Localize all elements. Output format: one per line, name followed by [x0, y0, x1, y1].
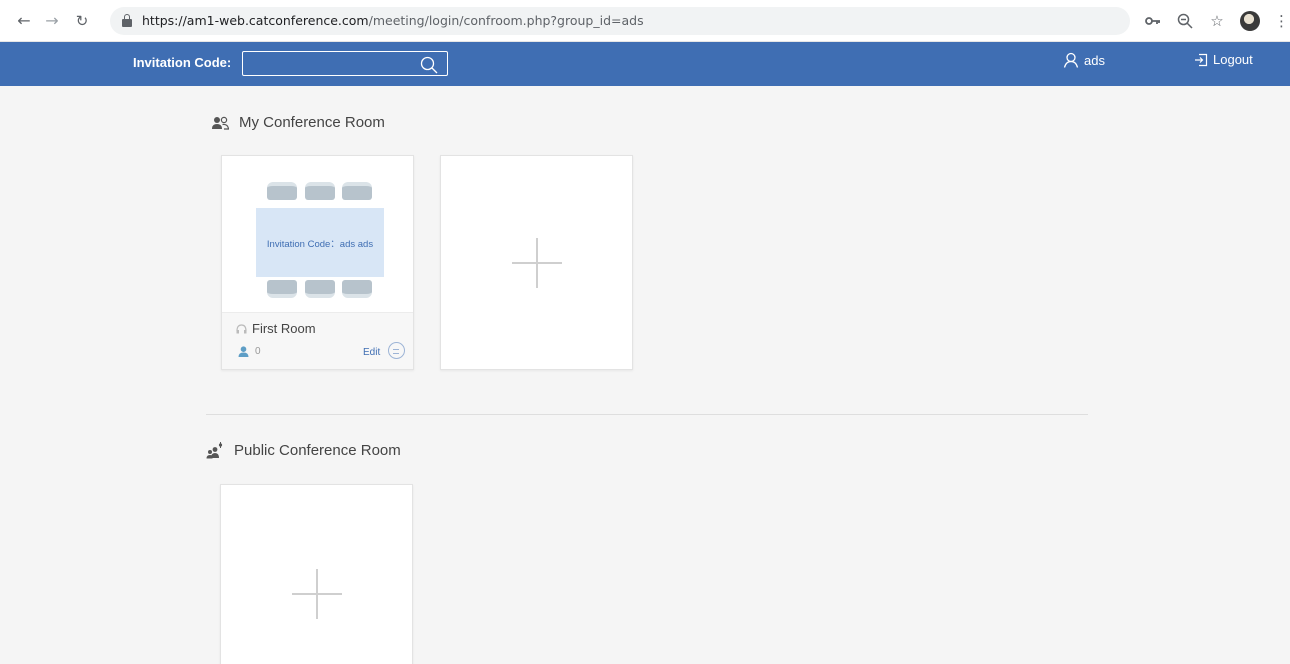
user-icon — [1063, 52, 1079, 68]
chair-icon — [305, 182, 335, 200]
zoom-icon[interactable] — [1176, 12, 1194, 30]
back-arrow-icon[interactable]: ← — [14, 11, 34, 31]
my-conference-room-heading: My Conference Room — [212, 114, 385, 131]
people-icon — [212, 116, 229, 130]
app-header: Invitation Code: ads Logout — [0, 42, 1290, 86]
person-icon — [238, 346, 249, 357]
room-invitation-code: Invitation Code：ads ads — [266, 238, 374, 250]
profile-avatar[interactable] — [1240, 11, 1260, 31]
user-menu[interactable]: ads — [1063, 52, 1105, 68]
section-divider — [206, 414, 1088, 415]
lock-icon[interactable] — [122, 14, 132, 27]
browser-actions: ☆ ⋮ — [1144, 10, 1289, 32]
participant-count: 0 — [255, 346, 261, 357]
browser-toolbar: ← → ↻ https://am1-web.catconference.com/… — [0, 0, 1290, 42]
plus-icon — [512, 238, 562, 288]
invitation-code-label: Invitation Code: — [133, 55, 232, 70]
section-title: Public Conference Room — [234, 442, 401, 459]
conference-table: Invitation Code：ads ads — [256, 208, 384, 277]
chair-icon — [342, 182, 372, 200]
group-icon — [206, 442, 223, 459]
room-name-row: First Room — [236, 321, 316, 336]
add-public-room-card[interactable] — [220, 484, 413, 664]
room-thumbnail[interactable]: Invitation Code：ads ads — [222, 156, 413, 312]
add-room-card[interactable] — [440, 155, 633, 370]
room-name: First Room — [252, 321, 316, 336]
reload-icon[interactable]: ↻ — [72, 11, 92, 31]
chair-icon — [267, 280, 297, 298]
invitation-code-input[interactable] — [242, 51, 448, 76]
kebab-menu-icon[interactable]: ⋮ — [1274, 12, 1289, 30]
url-host: https://am1-web.catconference.com — [142, 13, 369, 28]
url-path: /meeting/login/confroom.php?group_id=ads — [368, 13, 644, 28]
chat-icon[interactable] — [388, 342, 405, 359]
star-icon[interactable]: ☆ — [1208, 12, 1226, 30]
chair-icon — [305, 280, 335, 298]
room-info: First Room 0 Edit — [222, 312, 413, 369]
logout-icon — [1195, 53, 1208, 66]
participant-count-row: 0 — [238, 346, 261, 357]
key-icon[interactable] — [1144, 12, 1162, 30]
logout-button[interactable]: Logout — [1194, 52, 1253, 67]
plus-icon — [292, 569, 342, 619]
room-card[interactable]: Invitation Code：ads ads First Room 0 Edi… — [221, 155, 414, 370]
chair-icon — [267, 182, 297, 200]
edit-room-link[interactable]: Edit — [363, 347, 380, 358]
search-icon[interactable] — [419, 55, 439, 75]
chair-icon — [342, 280, 372, 298]
username: ads — [1084, 52, 1105, 68]
forward-arrow-icon[interactable]: → — [42, 11, 62, 31]
logout-label: Logout — [1213, 52, 1253, 67]
headset-icon — [236, 323, 247, 333]
public-conference-room-heading: Public Conference Room — [206, 442, 401, 459]
section-title: My Conference Room — [239, 114, 385, 131]
url-text[interactable]: https://am1-web.catconference.com/meetin… — [142, 13, 644, 28]
address-bar[interactable]: https://am1-web.catconference.com/meetin… — [110, 7, 1130, 35]
